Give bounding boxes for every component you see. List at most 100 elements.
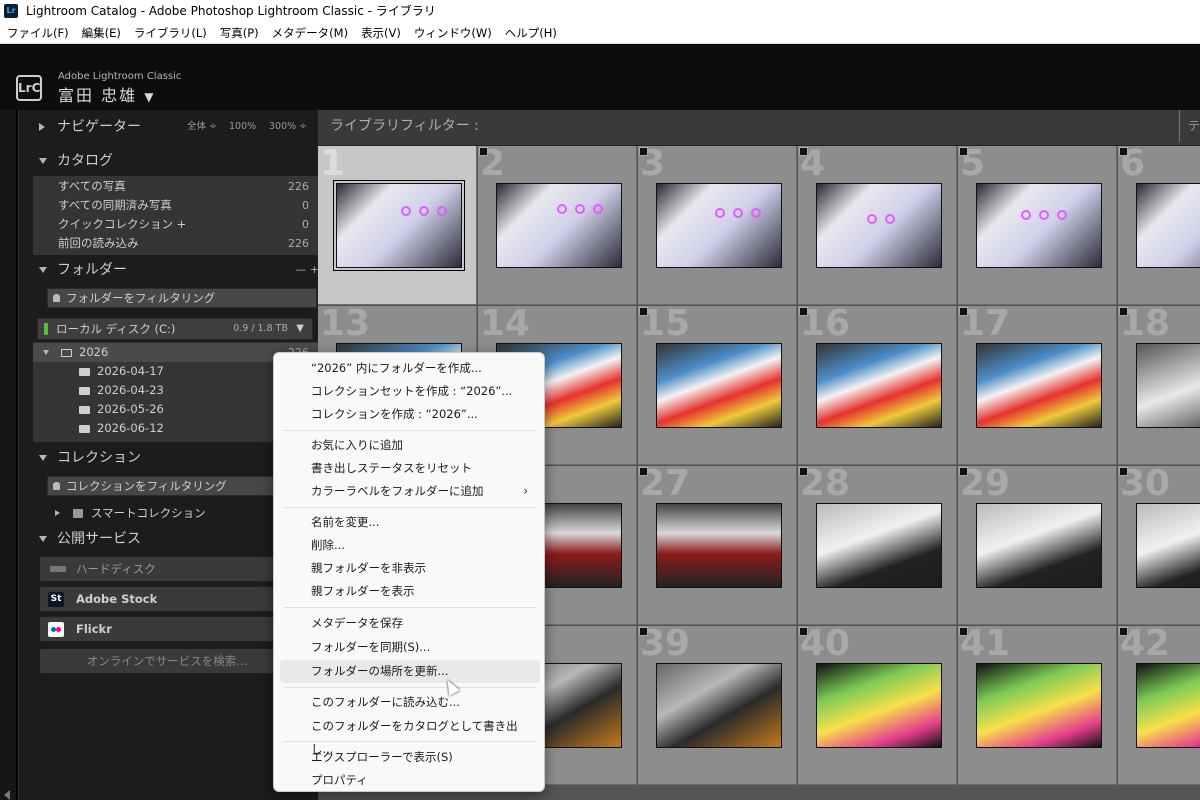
photo-thumbnail[interactable] bbox=[976, 503, 1102, 588]
photo-thumbnail[interactable] bbox=[816, 663, 942, 748]
stack-badge-icon[interactable] bbox=[959, 467, 968, 476]
stack-badge-icon[interactable] bbox=[1119, 147, 1128, 156]
menu-item-create-collection-set[interactable]: コレクションセットを作成 : “2026”... bbox=[280, 380, 540, 403]
photo-thumbnail[interactable] bbox=[656, 503, 782, 588]
find-online-services-button[interactable]: オンラインでサービスを検索... bbox=[39, 648, 295, 674]
photo-thumbnail[interactable] bbox=[333, 180, 465, 271]
photo-thumbnail[interactable] bbox=[816, 503, 942, 588]
menu-window[interactable]: ウィンドウ(W) bbox=[414, 22, 492, 43]
catalog-item-synced[interactable]: すべての同期済み写真 0 bbox=[33, 196, 319, 215]
stack-badge-icon[interactable] bbox=[799, 307, 808, 316]
menu-library[interactable]: ライブラリ(L) bbox=[134, 22, 207, 43]
photo-thumbnail[interactable] bbox=[1136, 183, 1200, 268]
stack-badge-icon[interactable] bbox=[799, 467, 808, 476]
menu-item-rename[interactable]: 名前を変更... bbox=[280, 511, 540, 534]
menu-item-create-folder-inside[interactable]: “2026” 内にフォルダーを作成... bbox=[280, 357, 540, 380]
catalog-item-quick-collection[interactable]: クイックコレクション + 0 bbox=[33, 215, 319, 234]
menu-file[interactable]: ファイル(F) bbox=[7, 22, 69, 43]
menu-metadata[interactable]: メタデータ(M) bbox=[272, 22, 348, 43]
menu-item-hide-parent[interactable]: 親フォルダーを非表示 bbox=[280, 557, 540, 580]
photo-thumbnail[interactable] bbox=[1136, 343, 1200, 428]
grid-cell[interactable]: 3 bbox=[638, 146, 797, 305]
grid-cell[interactable]: 1 bbox=[318, 146, 477, 305]
menu-item-remove[interactable]: 削除... bbox=[280, 534, 540, 557]
menu-help[interactable]: ヘルプ(H) bbox=[505, 22, 557, 43]
photo-thumbnail[interactable] bbox=[976, 183, 1102, 268]
stack-badge-icon[interactable] bbox=[639, 307, 648, 316]
stack-badge-icon[interactable] bbox=[799, 627, 808, 636]
menu-photo[interactable]: 写真(P) bbox=[220, 22, 259, 43]
menu-item-export-as-catalog[interactable]: このフォルダーをカタログとして書き出し... bbox=[280, 715, 540, 756]
photo-thumbnail[interactable] bbox=[656, 663, 782, 748]
grid-cell[interactable]: 5 bbox=[958, 146, 1117, 305]
left-panel-edge[interactable] bbox=[0, 110, 16, 800]
grid-cell[interactable]: 29 bbox=[958, 464, 1117, 625]
photo-thumbnail[interactable] bbox=[816, 183, 942, 268]
grid-cell[interactable]: 27 bbox=[638, 464, 797, 625]
stack-badge-icon[interactable] bbox=[479, 147, 488, 156]
catalog-item-all-photos[interactable]: すべての写真 226 bbox=[33, 177, 319, 196]
grid-cell[interactable]: 30 bbox=[1118, 464, 1200, 625]
stack-badge-icon[interactable] bbox=[639, 627, 648, 636]
photo-thumbnail[interactable] bbox=[496, 183, 622, 268]
menu-item-show-parent[interactable]: 親フォルダーを表示 bbox=[280, 580, 540, 603]
menu-edit[interactable]: 編集(E) bbox=[82, 22, 121, 43]
menu-item-reset-export-status[interactable]: 書き出しステータスをリセット bbox=[280, 457, 540, 480]
stack-badge-icon[interactable] bbox=[799, 147, 808, 156]
zoom-100[interactable]: 100% bbox=[229, 113, 256, 141]
publish-flickr[interactable]: Flickr bbox=[39, 616, 295, 642]
grid-cell[interactable]: 18 bbox=[1118, 304, 1200, 465]
grid-cell[interactable]: 17 bbox=[958, 304, 1117, 465]
grid-cell[interactable]: 15 bbox=[638, 304, 797, 465]
stack-badge-icon[interactable] bbox=[959, 147, 968, 156]
publish-hard-disk[interactable]: ハードディスク bbox=[39, 556, 295, 582]
add-remove-folder-button[interactable]: — + bbox=[295, 256, 319, 284]
stack-badge-icon[interactable] bbox=[1119, 307, 1128, 316]
navigator-header[interactable]: ナビゲーター 全体 ÷ 100% 300% ÷ bbox=[33, 113, 319, 141]
library-filter-title[interactable]: ライブラリフィルター : bbox=[330, 118, 479, 134]
folders-header[interactable]: フォルダー — + bbox=[33, 256, 319, 284]
volume-header[interactable]: ローカル ディスク (C:) 0.9 / 1.8 TB ▼ bbox=[37, 318, 313, 340]
photo-thumbnail[interactable] bbox=[1136, 663, 1200, 748]
menu-item-show-in-explorer[interactable]: エクスプローラーで表示(S) bbox=[280, 746, 540, 769]
stack-badge-icon[interactable] bbox=[1119, 467, 1128, 476]
photo-thumbnail[interactable] bbox=[656, 343, 782, 428]
photo-thumbnail[interactable] bbox=[976, 343, 1102, 428]
menu-item-create-collection[interactable]: コレクションを作成 : “2026”... bbox=[280, 403, 540, 426]
zoom-300[interactable]: 300% ÷ bbox=[269, 113, 307, 141]
chevron-down-icon[interactable]: ▼ bbox=[296, 319, 304, 339]
photo-thumbnail[interactable] bbox=[816, 343, 942, 428]
stack-badge-icon[interactable] bbox=[959, 627, 968, 636]
photo-thumbnail[interactable] bbox=[976, 663, 1102, 748]
grid-cell[interactable]: 28 bbox=[798, 464, 957, 625]
menu-item-import-to-folder[interactable]: このフォルダーに読み込む... bbox=[280, 691, 540, 714]
menu-item-add-color-label[interactable]: カラーラベルをフォルダーに追加 › bbox=[280, 480, 540, 503]
stack-badge-icon[interactable] bbox=[639, 467, 648, 476]
grid-cell[interactable]: 41 bbox=[958, 624, 1117, 785]
menu-item-properties[interactable]: プロパティ bbox=[280, 769, 540, 792]
grid-cell[interactable]: 16 bbox=[798, 304, 957, 465]
grid-cell[interactable]: 2 bbox=[478, 146, 637, 305]
grid-cell[interactable]: 4 bbox=[798, 146, 957, 305]
menu-item-update-folder-location[interactable]: フォルダーの場所を更新... bbox=[280, 660, 540, 683]
menu-item-synchronize-folder[interactable]: フォルダーを同期(S)... bbox=[280, 636, 540, 659]
publish-adobe-stock[interactable]: St Adobe Stock bbox=[39, 586, 295, 612]
photo-thumbnail[interactable] bbox=[1136, 503, 1200, 588]
stack-badge-icon[interactable] bbox=[639, 147, 648, 156]
menu-item-save-metadata[interactable]: メタデータを保存 bbox=[280, 612, 540, 635]
menu-item-add-to-favorites[interactable]: お気に入りに追加 bbox=[280, 434, 540, 457]
catalog-item-previous-import[interactable]: 前回の読み込み 226 bbox=[33, 234, 319, 253]
identity-user-menu[interactable]: 富田 忠雄 ▼ bbox=[58, 82, 155, 106]
folder-filter-input[interactable]: フォルダーをフィルタリング bbox=[47, 288, 317, 308]
grid-cell[interactable]: 6 bbox=[1118, 146, 1200, 305]
grid-cell[interactable]: 42 bbox=[1118, 624, 1200, 785]
catalog-header[interactable]: カタログ bbox=[33, 147, 319, 175]
filter-preset-menu[interactable]: テ bbox=[1178, 110, 1200, 142]
zoom-fit[interactable]: 全体 ÷ bbox=[187, 113, 217, 141]
stack-badge-icon[interactable] bbox=[1119, 627, 1128, 636]
menu-view[interactable]: 表示(V) bbox=[361, 22, 401, 43]
grid-cell[interactable]: 40 bbox=[798, 624, 957, 785]
stack-badge-icon[interactable] bbox=[959, 307, 968, 316]
photo-thumbnail[interactable] bbox=[656, 183, 782, 268]
grid-cell[interactable]: 39 bbox=[638, 624, 797, 785]
